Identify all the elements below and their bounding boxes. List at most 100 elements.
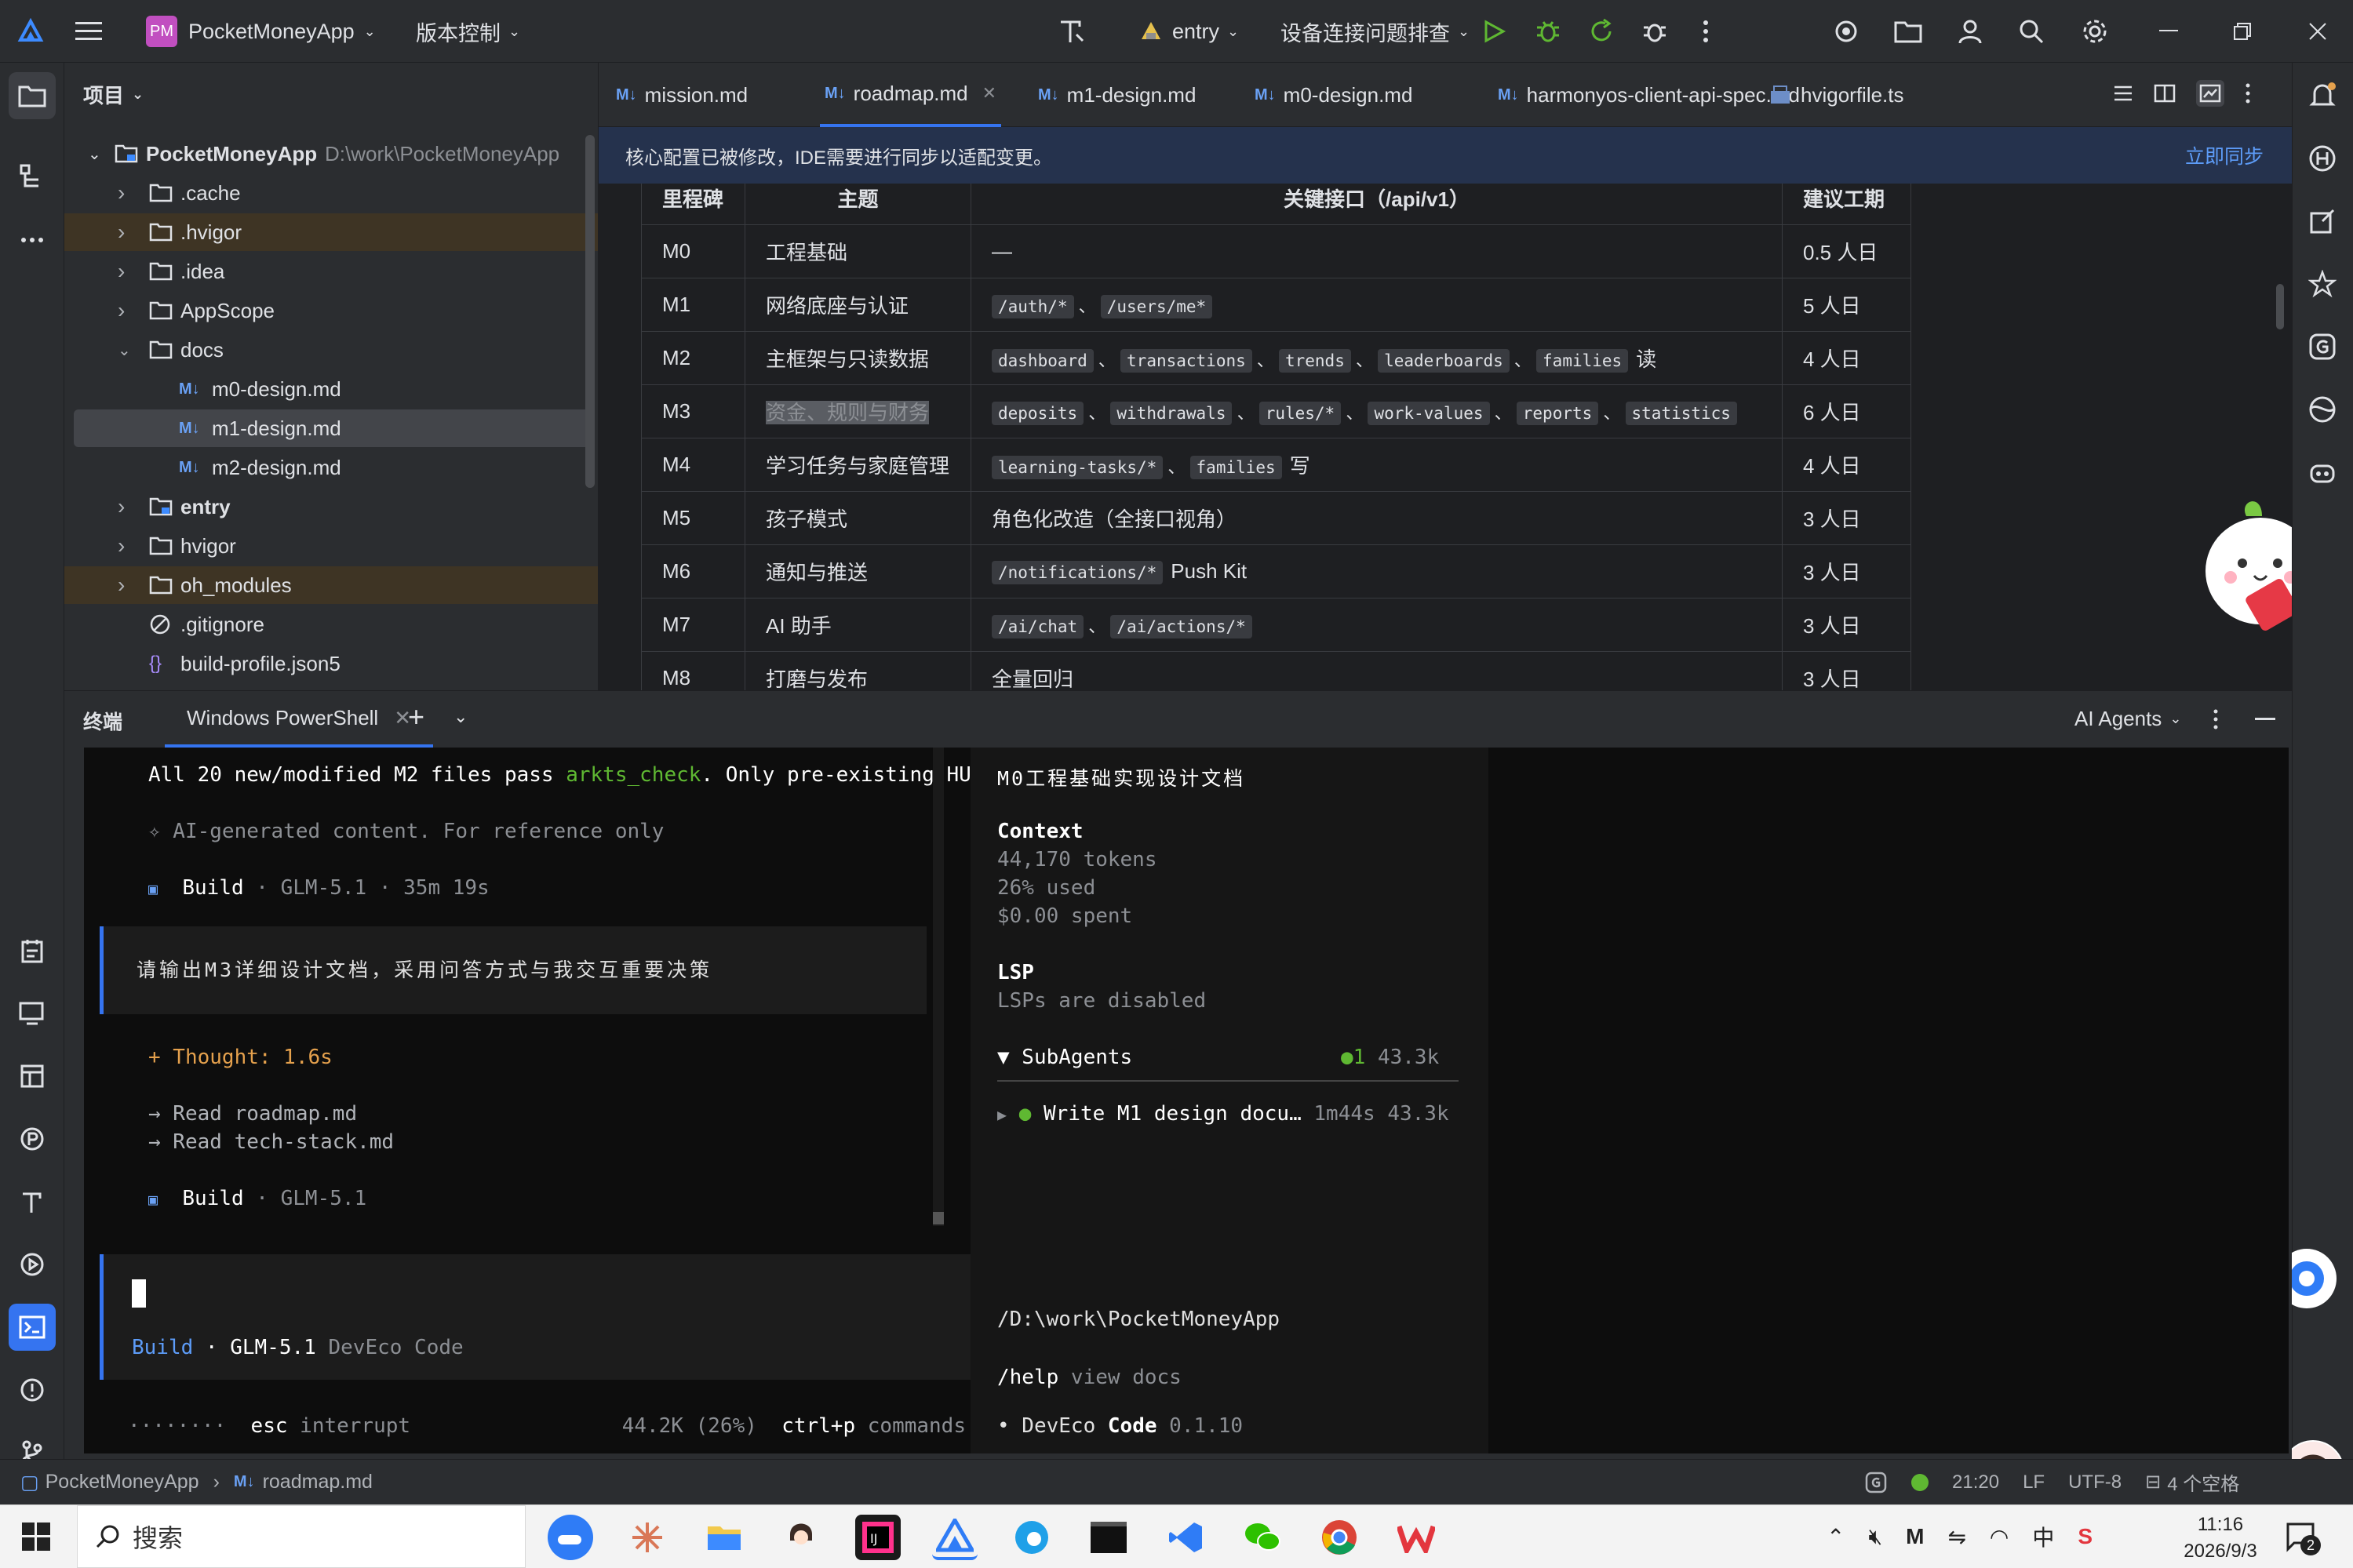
chevron-right-icon[interactable]: › bbox=[118, 180, 125, 206]
chevron-right-icon[interactable]: › bbox=[118, 298, 125, 323]
split-view-icon[interactable] bbox=[2154, 83, 2176, 104]
more-horizontal-icon[interactable] bbox=[9, 216, 56, 264]
chevron-right-icon[interactable]: › bbox=[118, 220, 125, 245]
run-icon[interactable] bbox=[1481, 0, 1506, 63]
chevron-right-icon[interactable]: › bbox=[118, 259, 125, 284]
project-panel-header[interactable]: 项目 ⌄ bbox=[83, 80, 144, 109]
tab-roadmap-md[interactable]: M↓ roadmap.md ✕ bbox=[820, 63, 1002, 127]
structure-icon[interactable] bbox=[9, 154, 56, 201]
subagent-item[interactable]: ▶ ● Write M1 design docu… 1m44s 43.3k bbox=[997, 1102, 1449, 1126]
taskbar-app-terminal-icon[interactable] bbox=[1086, 1515, 1131, 1560]
terminal-body[interactable]: All 20 new/modified M2 files pass arkts_… bbox=[84, 748, 2289, 1453]
globe-icon[interactable] bbox=[2308, 395, 2337, 424]
build-hammer-icon[interactable] bbox=[9, 1178, 56, 1225]
tree-root[interactable]: ⌄ PocketMoneyApp D:\work\PocketMoneyApp bbox=[64, 135, 598, 173]
edit-note-icon[interactable] bbox=[2308, 207, 2337, 235]
tree-item-m1-design-md[interactable]: M↓ m1-design.md bbox=[74, 409, 592, 447]
wifi-icon[interactable]: ◠ bbox=[1990, 1524, 2009, 1550]
account-icon[interactable] bbox=[1957, 0, 1983, 63]
ime-icon[interactable]: 中 bbox=[2032, 1521, 2054, 1552]
preview-scrollbar[interactable] bbox=[2276, 284, 2284, 329]
profiler-icon[interactable] bbox=[1641, 0, 1668, 63]
taskbar-app-edge-icon[interactable] bbox=[1009, 1515, 1054, 1560]
cursor-position[interactable]: 21:20 bbox=[1952, 1472, 1999, 1493]
project-scrollbar[interactable] bbox=[585, 135, 595, 488]
tab-m0-design-md[interactable]: M↓ m0-design.md bbox=[1255, 63, 1412, 127]
build-tool-icon[interactable] bbox=[1056, 0, 1087, 63]
indent-setting[interactable]: ⊟ 4 个空格 bbox=[2145, 1468, 2239, 1496]
restore-icon[interactable] bbox=[2233, 0, 2252, 63]
taskbar-app-wechat-icon[interactable] bbox=[1240, 1515, 1285, 1560]
vcs-menu[interactable]: 版本控制 ⌄ bbox=[416, 0, 520, 63]
volume-mute-icon[interactable]: 🔇︎ bbox=[1868, 1524, 1882, 1550]
notifications-icon[interactable] bbox=[2307, 80, 2338, 111]
tray-overflow-icon[interactable]: ⌃ bbox=[1827, 1524, 1845, 1550]
run-config-selector[interactable]: entry ⌄ bbox=[1139, 0, 1239, 63]
layout-icon[interactable] bbox=[9, 1053, 56, 1100]
codelinter-icon[interactable] bbox=[1833, 0, 1859, 63]
ai-star-icon[interactable] bbox=[2308, 270, 2337, 298]
chevron-right-icon[interactable]: › bbox=[118, 533, 125, 558]
problems-icon[interactable] bbox=[9, 1366, 56, 1413]
tree-item-hvigor[interactable]: › .hvigor bbox=[64, 213, 598, 251]
prompt-input-box[interactable]: Build · GLM-5.1 DevEco Code bbox=[100, 1254, 971, 1380]
taskbar-app-deveco-icon[interactable] bbox=[932, 1515, 978, 1560]
taskbar-app-avatar-icon[interactable] bbox=[778, 1515, 824, 1560]
ai-agents-dropdown[interactable]: AI Agents ⌄ bbox=[2074, 707, 2181, 731]
chevron-down-icon[interactable]: ⌄ bbox=[453, 707, 468, 727]
taskbar-search-box[interactable]: 搜索 bbox=[77, 1505, 526, 1568]
tray-m-icon[interactable]: M bbox=[1906, 1524, 1924, 1549]
settings-gear-icon[interactable] bbox=[2081, 0, 2109, 63]
chevron-right-icon[interactable]: › bbox=[118, 494, 125, 519]
project-folder-icon[interactable] bbox=[9, 72, 56, 119]
chevron-down-icon[interactable]: ⌄ bbox=[118, 340, 131, 360]
add-tab-icon[interactable]: + bbox=[408, 700, 424, 733]
harmony-h-icon[interactable] bbox=[2308, 144, 2337, 173]
taskbar-clock[interactable]: 11:16 2026/9/3 bbox=[2165, 1512, 2275, 1565]
project-switcher[interactable]: PM PocketMoneyApp ⌄ bbox=[146, 0, 376, 63]
tree-item-m0-design-md[interactable]: M↓ m0-design.md bbox=[64, 370, 598, 408]
tree-item-docs[interactable]: ⌄ docs bbox=[64, 331, 598, 369]
tree-item-build-profile-json5[interactable]: {} build-profile.json5 bbox=[64, 645, 598, 682]
more-vertical-icon[interactable] bbox=[2213, 708, 2219, 730]
line-ending[interactable]: LF bbox=[2023, 1472, 2045, 1493]
terminal-scrollbar[interactable] bbox=[933, 748, 944, 1226]
breadcrumb-file[interactable]: roadmap.md bbox=[263, 1471, 373, 1493]
terminal-icon[interactable] bbox=[9, 1304, 56, 1351]
tree-item-entry[interactable]: › entry bbox=[64, 488, 598, 526]
minimize-panel-icon[interactable] bbox=[2255, 718, 2275, 720]
taskbar-app-wps-icon[interactable] bbox=[1393, 1515, 1439, 1560]
reload-icon[interactable] bbox=[1588, 0, 1615, 63]
tab-harmonyos-client-api-spec-md[interactable]: M↓ harmonyos-client-api-spec.md bbox=[1498, 63, 1800, 127]
chevron-right-icon[interactable]: › bbox=[118, 573, 125, 598]
taskbar-app-jetbrains-icon[interactable]: IJ bbox=[855, 1515, 901, 1560]
more-vertical-icon[interactable] bbox=[2245, 82, 2251, 104]
taskbar-app-chrome-icon[interactable] bbox=[1317, 1515, 1362, 1560]
services-icon[interactable] bbox=[9, 1241, 56, 1288]
breadcrumb-project[interactable]: PocketMoneyApp bbox=[46, 1471, 199, 1493]
copilot-icon[interactable] bbox=[2308, 458, 2337, 486]
main-menu-icon[interactable] bbox=[75, 0, 102, 63]
close-icon[interactable] bbox=[2308, 0, 2327, 63]
profiler-p-icon[interactable] bbox=[9, 1115, 56, 1162]
taskbar-app-docker-icon[interactable] bbox=[548, 1515, 593, 1560]
taskbar-app-claude-icon[interactable] bbox=[625, 1515, 670, 1560]
tree-item-gitignore[interactable]: .gitignore bbox=[64, 606, 598, 643]
debug-icon[interactable] bbox=[1535, 0, 1561, 63]
notification-center-icon[interactable]: 2 bbox=[2285, 1521, 2321, 1555]
more-vertical-icon[interactable] bbox=[1703, 0, 1709, 63]
tab-mission-md[interactable]: M↓ mission.md bbox=[616, 63, 748, 127]
close-tab-icon[interactable]: ✕ bbox=[982, 83, 996, 104]
app-logo-icon[interactable] bbox=[17, 0, 44, 63]
gradle-g-icon[interactable] bbox=[2308, 333, 2337, 361]
tree-item-cache[interactable]: › .cache bbox=[64, 174, 598, 212]
device-selector[interactable]: 设备连接问题排查 ⌄ bbox=[1280, 0, 1470, 63]
tree-item-m2-design-md[interactable]: M↓ m2-design.md bbox=[64, 449, 598, 486]
preview-view-icon[interactable] bbox=[2196, 80, 2224, 107]
sync-now-link[interactable]: 立即同步 bbox=[2185, 141, 2264, 169]
list-view-icon[interactable] bbox=[2113, 84, 2133, 103]
tree-item-oh-modules[interactable]: › oh_modules bbox=[64, 566, 598, 604]
todo-icon[interactable] bbox=[9, 927, 56, 974]
device-manager-icon[interactable] bbox=[9, 990, 56, 1037]
search-icon[interactable] bbox=[2018, 0, 2045, 63]
